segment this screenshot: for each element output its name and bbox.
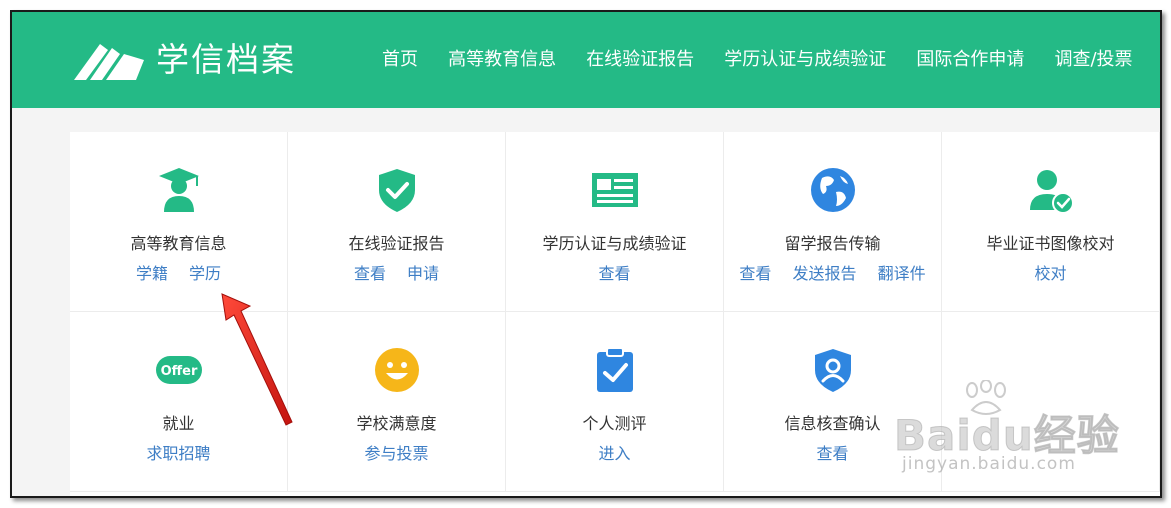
link-enter[interactable]: 进入 (598, 444, 630, 463)
link-student-status[interactable]: 学籍 (136, 264, 168, 283)
clipboard-check-icon (597, 347, 633, 392)
link-view[interactable]: 查看 (598, 264, 630, 283)
service-links: 参与投票 (288, 442, 505, 466)
nav-degree-certification[interactable]: 学历认证与成绩验证 (724, 46, 886, 74)
service-links: 求职招聘 (70, 442, 287, 466)
service-degree-certification: 学历认证与成绩验证 查看 (506, 132, 724, 312)
service-links: 查看 发送报告 翻译件 (724, 262, 941, 286)
nav-international[interactable]: 国际合作申请 (916, 46, 1024, 74)
link-job-search[interactable]: 求职招聘 (146, 444, 210, 463)
link-view[interactable]: 查看 (739, 264, 771, 283)
graduate-icon (159, 168, 199, 212)
nav-online-verification[interactable]: 在线验证报告 (586, 46, 694, 74)
service-title: 高等教育信息 (130, 234, 227, 253)
shield-user-icon (815, 349, 851, 392)
service-school-satisfaction: 学校满意度 参与投票 (288, 312, 506, 492)
nav-higher-education[interactable]: 高等教育信息 (448, 46, 556, 74)
service-employment: Offer 就业 求职招聘 (70, 312, 288, 492)
service-links: 校对 (942, 262, 1159, 286)
service-online-verification: 在线验证报告 查看 申请 (288, 132, 506, 312)
link-vote[interactable]: 参与投票 (364, 444, 428, 463)
link-send-report[interactable]: 发送报告 (792, 264, 856, 283)
brand-title: 学信档案 (156, 40, 296, 79)
link-degree[interactable]: 学历 (189, 264, 221, 283)
service-links: 学籍 学历 (70, 262, 287, 286)
shield-check-icon (379, 169, 415, 212)
baidu-jingyan-watermark: Baidu经验 jingyan.baidu.com (886, 380, 1146, 490)
nav-home[interactable]: 首页 (382, 46, 418, 74)
globe-icon (811, 168, 855, 212)
link-apply[interactable]: 申请 (407, 264, 439, 283)
link-view[interactable]: 查看 (816, 444, 848, 463)
service-title: 学校满意度 (356, 414, 437, 433)
service-title: 毕业证书图像校对 (986, 234, 1115, 253)
service-title: 留学报告传输 (784, 234, 881, 253)
top-navigation-bar: 学信档案 首页 高等教育信息 在线验证报告 学历认证与成绩验证 国际合作申请 调… (12, 12, 1160, 108)
link-translation[interactable]: 翻译件 (878, 264, 926, 283)
link-proofread[interactable]: 校对 (1034, 264, 1066, 283)
service-personal-assessment: 个人测评 进入 (506, 312, 724, 492)
watermark-url: jingyan.baidu.com (902, 454, 1076, 474)
nav-survey[interactable]: 调查/投票 (1054, 46, 1132, 74)
main-nav: 首页 高等教育信息 在线验证报告 学历认证与成绩验证 国际合作申请 调查/投票 (382, 46, 1158, 76)
service-title: 个人测评 (582, 414, 647, 433)
smiley-icon (375, 348, 419, 392)
service-links: 进入 (506, 442, 723, 466)
service-title: 在线验证报告 (348, 234, 445, 253)
service-certificate-proofread: 毕业证书图像校对 校对 (942, 132, 1160, 312)
service-links: 查看 (506, 262, 723, 286)
service-title: 就业 (162, 414, 195, 433)
service-title: 学历认证与成绩验证 (542, 234, 687, 253)
offer-icon-text: Offer (161, 364, 198, 379)
user-check-icon (1030, 170, 1074, 214)
link-view[interactable]: 查看 (354, 264, 386, 283)
id-card-icon (592, 173, 638, 207)
service-links: 查看 申请 (288, 262, 505, 286)
service-study-abroad-report: 留学报告传输 查看 发送报告 翻译件 (724, 132, 942, 312)
offer-icon: Offer (156, 356, 202, 384)
service-higher-education: 高等教育信息 学籍 学历 (70, 132, 288, 312)
xuexin-logo-icon (74, 44, 144, 80)
